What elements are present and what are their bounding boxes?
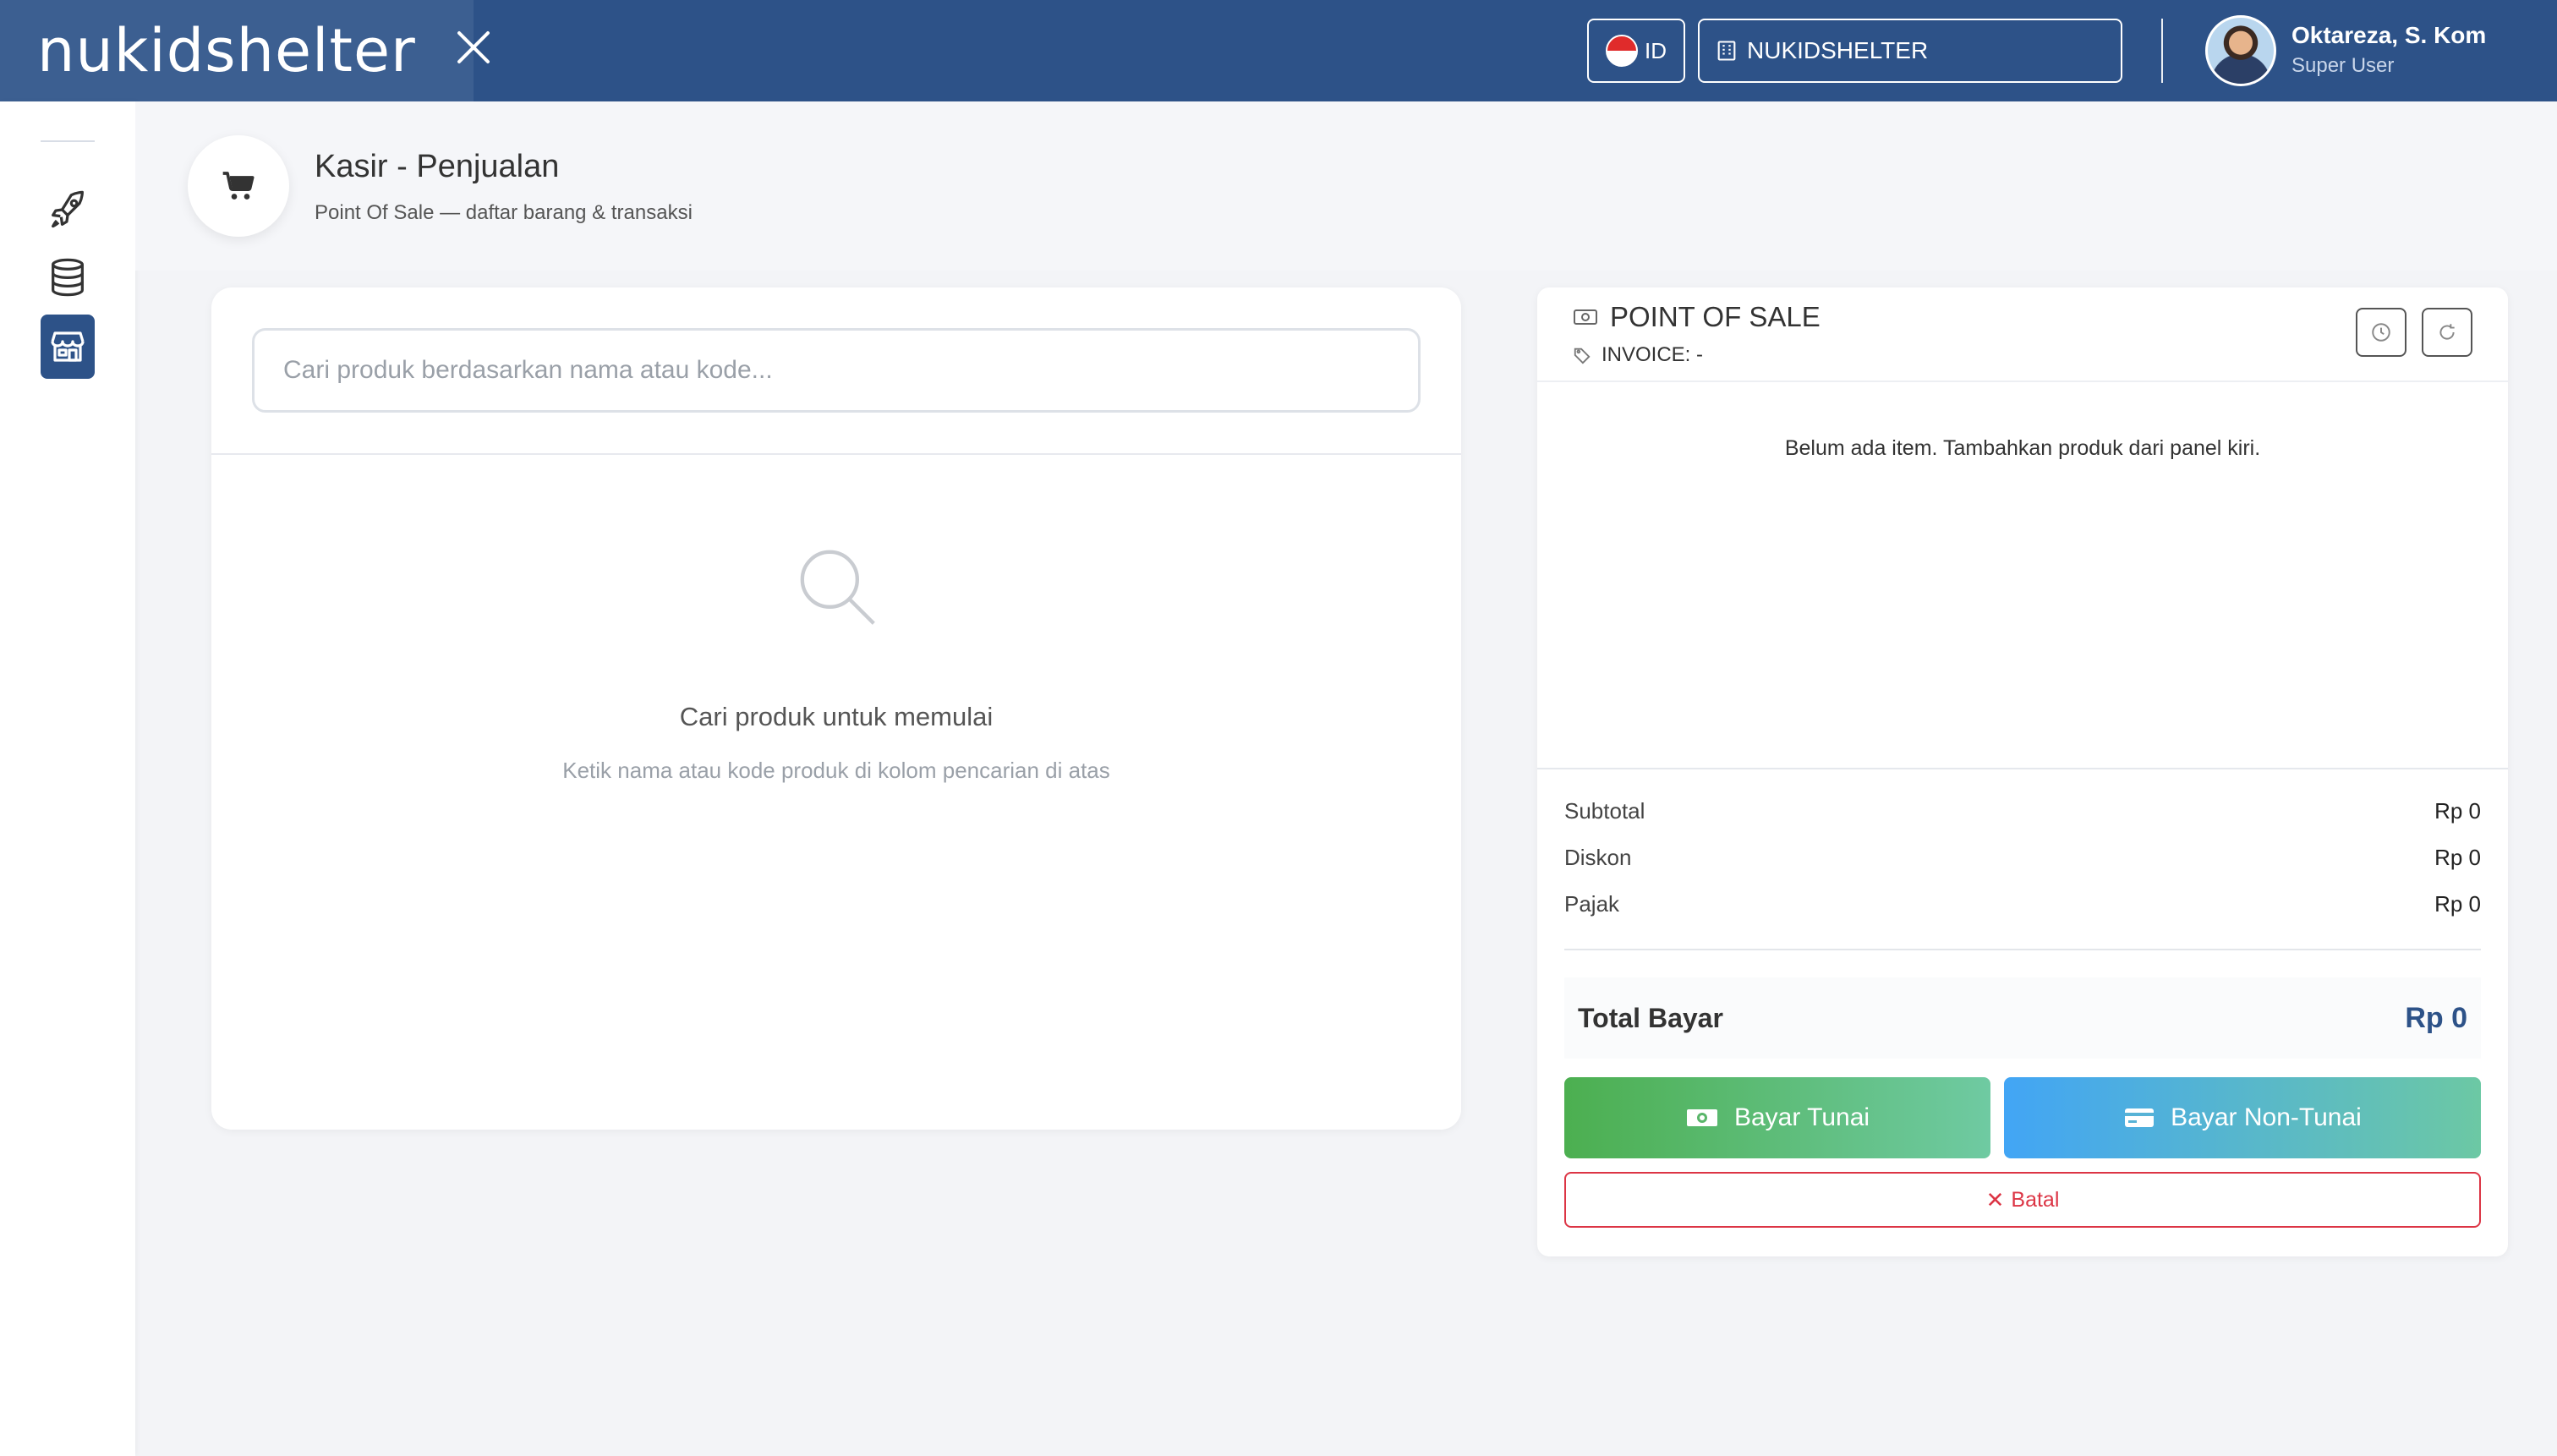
tax-label: Pajak [1564,891,1620,917]
clock-icon [2372,323,2390,342]
history-button[interactable] [2356,308,2406,357]
sidebar-item-pos[interactable] [41,315,95,379]
pos-title-text: POINT OF SALE [1610,301,1821,332]
page-title: Kasir - Penjualan [315,149,560,184]
subtotal-label: Subtotal [1564,798,1645,824]
total-label: Total Bayar [1578,1002,1723,1033]
total-divider [1564,949,2481,950]
brand-logo[interactable]: nukidshelter [37,16,416,85]
brand-area: nukidshelter [0,0,474,101]
organization-select[interactable]: NUKIDSHELTER [1698,19,2122,83]
search-section [211,287,1461,455]
page-subtitle: Point Of Sale — daftar barang & transaks… [315,201,693,224]
avatar[interactable] [2205,15,2276,86]
store-icon [51,331,85,362]
indonesia-flag-icon [1606,35,1638,67]
cancel-button[interactable]: ✕ Batal [1564,1172,2481,1228]
search-icon [800,550,875,625]
discount-row: Diskon Rp 0 [1564,845,2481,871]
pos-title: POINT OF SALE [1573,301,1821,333]
close-sidebar-icon[interactable] [455,29,492,66]
reset-button[interactable] [2422,308,2472,357]
tag-icon [1574,348,1591,364]
total-box: Total Bayar Rp 0 [1564,977,2481,1059]
sidebar-item-dashboard[interactable] [41,183,95,237]
page-header-icon [188,135,289,237]
cancel-label: Batal [2011,1187,2060,1212]
sidebar [0,101,135,1456]
close-icon: ✕ [1985,1186,2005,1212]
empty-state-subtitle: Ketik nama atau kode produk di kolom pen… [562,758,1110,783]
user-role: Super User [2291,54,2395,77]
tax-value: Rp 0 [2434,891,2481,917]
discount-value: Rp 0 [2434,845,2481,870]
invoice-text: INVOICE: - [1602,343,1704,366]
refresh-icon [2439,324,2455,340]
pos-card: POINT OF SALE INVOICE: - Belum ada item.… [1537,287,2508,1256]
credit-card-icon [2125,1108,2155,1127]
building-icon [1717,41,1736,61]
navbar-divider [2161,19,2163,83]
rocket-icon [52,190,84,228]
sidebar-item-data[interactable] [41,250,95,304]
total-value: Rp 0 [2405,1001,2467,1034]
money-icon [1686,1109,1717,1126]
money-icon [1574,309,1597,325]
product-search-input[interactable] [252,328,1421,413]
product-search-card: Cari produk untuk memulai Ketik nama ata… [211,287,1461,1130]
page-header: Kasir - Penjualan Point Of Sale — daftar… [135,101,2557,271]
organization-name: NUKIDSHELTER [1747,37,1929,63]
sidebar-divider [41,140,95,142]
pay-cash-label: Bayar Tunai [1733,1103,1870,1131]
language-button[interactable]: ID [1587,19,1685,83]
database-icon [52,258,84,297]
invoice-label: INVOICE: - [1573,343,1703,367]
pay-noncash-button[interactable]: Bayar Non-Tunai [2004,1077,2481,1158]
cart-empty-message: Belum ada item. Tambahkan produk dari pa… [1784,436,2261,460]
language-code: ID [1645,37,1667,63]
empty-state-title: Cari produk untuk memulai [679,702,994,731]
pay-cash-button[interactable]: Bayar Tunai [1564,1077,1990,1158]
tax-row: Pajak Rp 0 [1564,891,2481,917]
shopping-cart-icon [222,172,255,200]
subtotal-value: Rp 0 [2434,798,2481,824]
top-navbar: nukidshelter [0,0,2557,101]
summary-divider [1537,768,2508,769]
pos-card-header: POINT OF SALE INVOICE: - [1537,287,2508,382]
discount-label: Diskon [1564,845,1632,870]
user-name[interactable]: Oktareza, S. Kom [2291,22,2486,49]
subtotal-row: Subtotal Rp 0 [1564,798,2481,824]
pay-noncash-label: Bayar Non-Tunai [2171,1103,2362,1131]
